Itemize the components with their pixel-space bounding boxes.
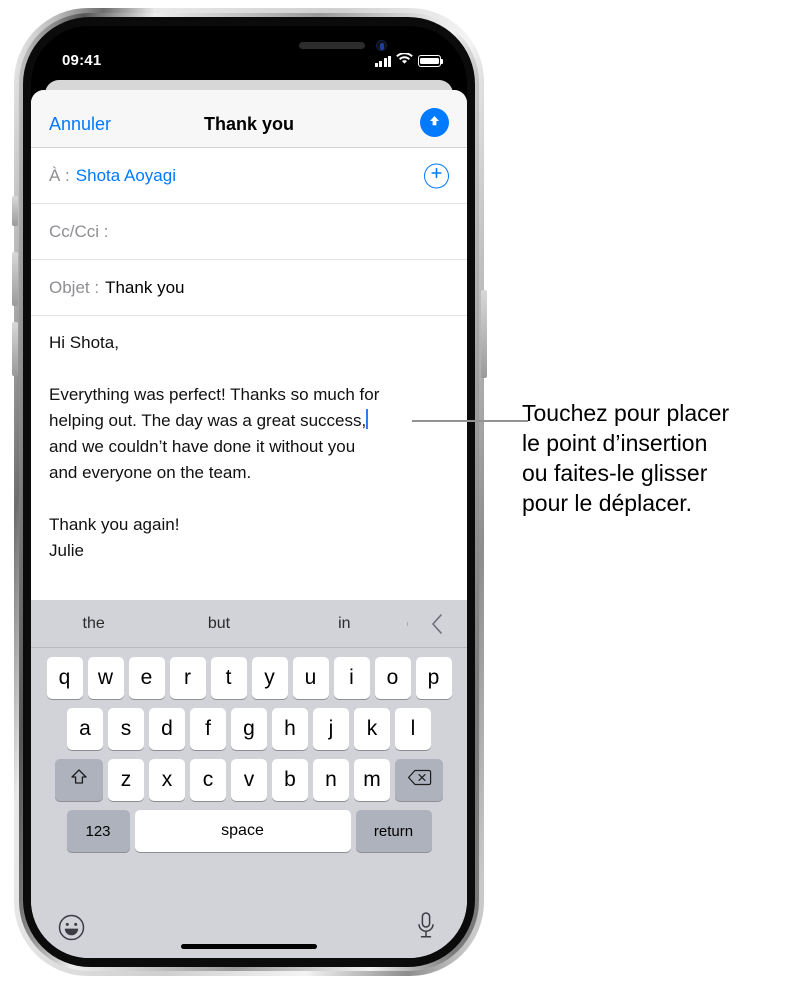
compose-sheet: Annuler Thank you À : Shota Aoyagi Cc/Cc… — [31, 90, 467, 958]
cellular-bars-icon — [374, 55, 391, 67]
callout-leader-line — [412, 420, 528, 422]
message-body[interactable]: Hi Shota, Everything was perfect! Thanks… — [31, 316, 467, 564]
callout-line: Touchez pour placer — [522, 400, 730, 426]
keyboard-row-2: a s d f g h j k l — [31, 708, 467, 750]
numbers-key[interactable]: 123 — [66, 810, 130, 852]
text-insertion-caret[interactable] — [366, 409, 369, 429]
key-h[interactable]: h — [272, 708, 308, 750]
earpiece-speaker — [299, 42, 365, 49]
body-line: and everyone on the team. — [49, 463, 252, 482]
shift-arrow-up-icon — [69, 767, 89, 793]
key-o[interactable]: o — [374, 657, 411, 699]
microphone-icon[interactable] — [415, 911, 437, 946]
to-field[interactable]: À : Shota Aoyagi — [31, 148, 467, 204]
keyboard-row-4: 123 space return — [31, 810, 467, 852]
compose-navbar: Annuler Thank you — [31, 90, 467, 148]
plus-circle-icon — [430, 167, 443, 185]
key-s[interactable]: s — [108, 708, 144, 750]
key-p[interactable]: p — [415, 657, 452, 699]
smiley-face-icon[interactable] — [58, 914, 85, 946]
body-closing: Thank you again! — [49, 515, 180, 534]
chevron-left-icon[interactable] — [406, 613, 467, 635]
keyboard-row-3: z x c v b n m — [31, 759, 467, 801]
body-signature: Julie — [49, 541, 84, 560]
body-line: and we couldn’t have done it without you — [49, 437, 356, 456]
cc-field[interactable]: Cc/Cci : — [31, 204, 467, 260]
key-a[interactable]: a — [67, 708, 103, 750]
key-u[interactable]: u — [292, 657, 329, 699]
callout-text: Touchez pour placer le point d’insertion… — [522, 398, 800, 518]
key-m[interactable]: m — [354, 759, 390, 801]
status-time: 09:41 — [62, 52, 102, 69]
suggestion-the[interactable]: the — [31, 615, 156, 633]
key-y[interactable]: y — [251, 657, 288, 699]
body-line-with-caret: helping out. The day was a great success… — [49, 408, 449, 434]
return-key[interactable]: return — [355, 810, 432, 852]
backspace-key[interactable] — [395, 759, 443, 801]
screenshot-root: 09:41 Annuler Thank you À: Shota Aoyagi… — [0, 0, 803, 984]
key-t[interactable]: t — [210, 657, 247, 699]
subject-value[interactable]: Thank you — [105, 278, 184, 298]
subject-label: Objet : — [49, 277, 100, 297]
callout-line: pour le déplacer. — [522, 490, 693, 516]
key-w[interactable]: w — [87, 657, 124, 699]
status-bar: 09:41 — [31, 26, 467, 84]
wifi-icon — [396, 52, 413, 70]
key-e[interactable]: e — [128, 657, 165, 699]
key-b[interactable]: b — [272, 759, 308, 801]
key-d[interactable]: d — [149, 708, 185, 750]
status-indicators — [374, 52, 444, 70]
shift-key[interactable] — [55, 759, 103, 801]
cc-label: Cc/Cci : — [49, 221, 109, 241]
key-r[interactable]: r — [169, 657, 206, 699]
on-screen-keyboard: the but in q w e r t y u i o p a s d f g… — [31, 600, 467, 958]
send-button[interactable] — [420, 108, 449, 137]
key-q[interactable]: q — [46, 657, 83, 699]
space-key[interactable]: space — [134, 810, 351, 852]
volume-down-button[interactable] — [12, 322, 18, 376]
keyboard-row-1: q w e r t y u i o p — [31, 657, 467, 699]
key-i[interactable]: i — [333, 657, 370, 699]
phone-screen: 09:41 Annuler Thank you À: Shota Aoyagi… — [31, 26, 467, 958]
key-x[interactable]: x — [149, 759, 185, 801]
key-l[interactable]: l — [395, 708, 431, 750]
arrow-up-icon — [427, 113, 442, 133]
body-greeting: Hi Shota, — [49, 333, 119, 352]
key-z[interactable]: z — [108, 759, 144, 801]
suggestion-but[interactable]: but — [156, 615, 281, 633]
suggestion-bar: the but in — [31, 600, 467, 648]
notch — [171, 26, 387, 56]
key-g[interactable]: g — [231, 708, 267, 750]
to-recipient[interactable]: Shota Aoyagi — [76, 166, 176, 186]
body-line: Everything was perfect! Thanks so much f… — [49, 385, 380, 404]
keyboard-bottom-bar — [31, 902, 467, 958]
suggestion-in[interactable]: in — [282, 615, 407, 633]
front-camera-icon — [376, 40, 387, 51]
key-f[interactable]: f — [190, 708, 226, 750]
callout-line: le point d’insertion — [522, 430, 708, 456]
body-line-text: helping out. The day was a great success… — [49, 411, 367, 430]
add-contact-button[interactable] — [424, 163, 449, 188]
subject-field[interactable]: Objet : Thank you — [31, 260, 467, 316]
power-button[interactable] — [481, 290, 487, 378]
backspace-icon — [407, 768, 432, 793]
key-n[interactable]: n — [313, 759, 349, 801]
volume-up-button[interactable] — [12, 252, 18, 306]
callout-line: ou faites-le glisser — [522, 460, 708, 486]
home-indicator[interactable] — [181, 944, 317, 949]
key-c[interactable]: c — [190, 759, 226, 801]
battery-icon — [418, 55, 444, 67]
to-label: À : — [49, 165, 70, 185]
key-j[interactable]: j — [313, 708, 349, 750]
key-k[interactable]: k — [354, 708, 390, 750]
key-v[interactable]: v — [231, 759, 267, 801]
mute-switch[interactable] — [12, 196, 18, 226]
page-title: Thank you — [203, 114, 294, 134]
